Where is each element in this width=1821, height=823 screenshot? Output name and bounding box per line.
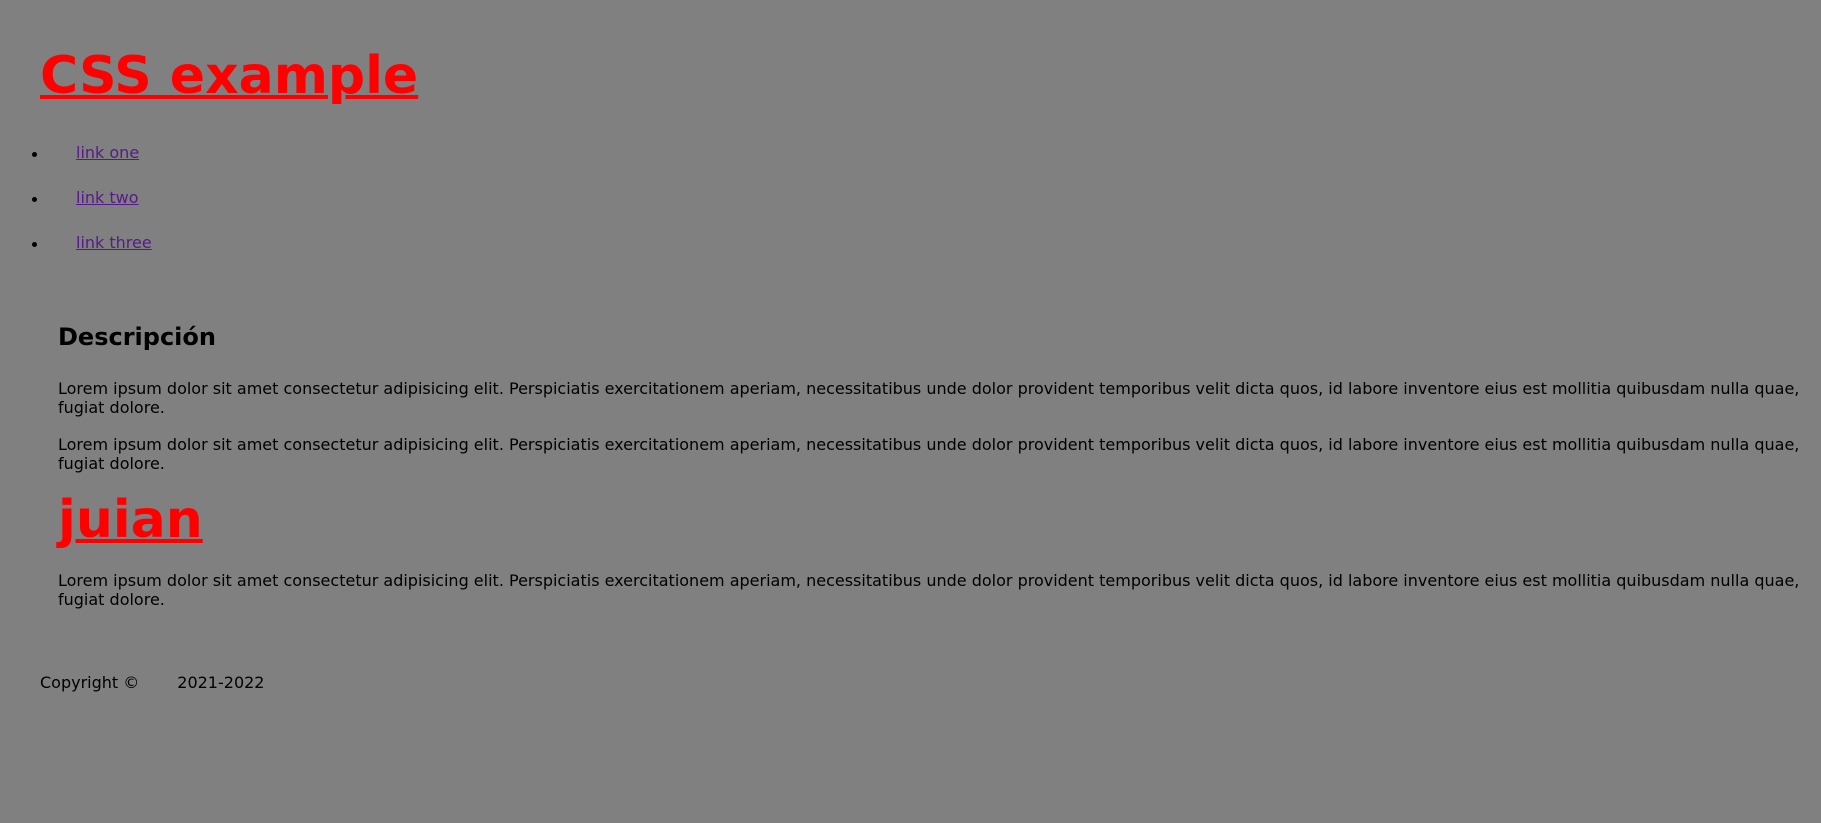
nav-link-two[interactable]: link two <box>76 189 139 207</box>
bullet-icon <box>32 197 37 202</box>
copyright-years: 2021-2022 <box>177 673 265 692</box>
site-title-link[interactable]: CSS example <box>40 47 418 105</box>
description-paragraph: Lorem ipsum dolor sit amet consectetur a… <box>58 435 1800 473</box>
description-paragraph: Lorem ipsum dolor sit amet consectetur a… <box>58 379 1800 417</box>
copyright-label: Copyright © <box>40 673 140 692</box>
section-heading: Descripción <box>58 323 216 351</box>
nav-link-three[interactable]: link three <box>76 234 152 252</box>
bullet-icon <box>32 242 37 247</box>
bullet-icon <box>32 152 37 157</box>
page: CSS example link one link two link three… <box>0 0 1821 823</box>
description-paragraph: Lorem ipsum dolor sit amet consectetur a… <box>58 571 1800 609</box>
nav-link-one[interactable]: link one <box>76 144 139 162</box>
subtitle-link[interactable]: juian <box>58 491 1803 549</box>
main-content: Descripción Lorem ipsum dolor sit amet c… <box>58 320 1803 627</box>
footer: Copyright © 2021-2022 <box>40 673 264 693</box>
